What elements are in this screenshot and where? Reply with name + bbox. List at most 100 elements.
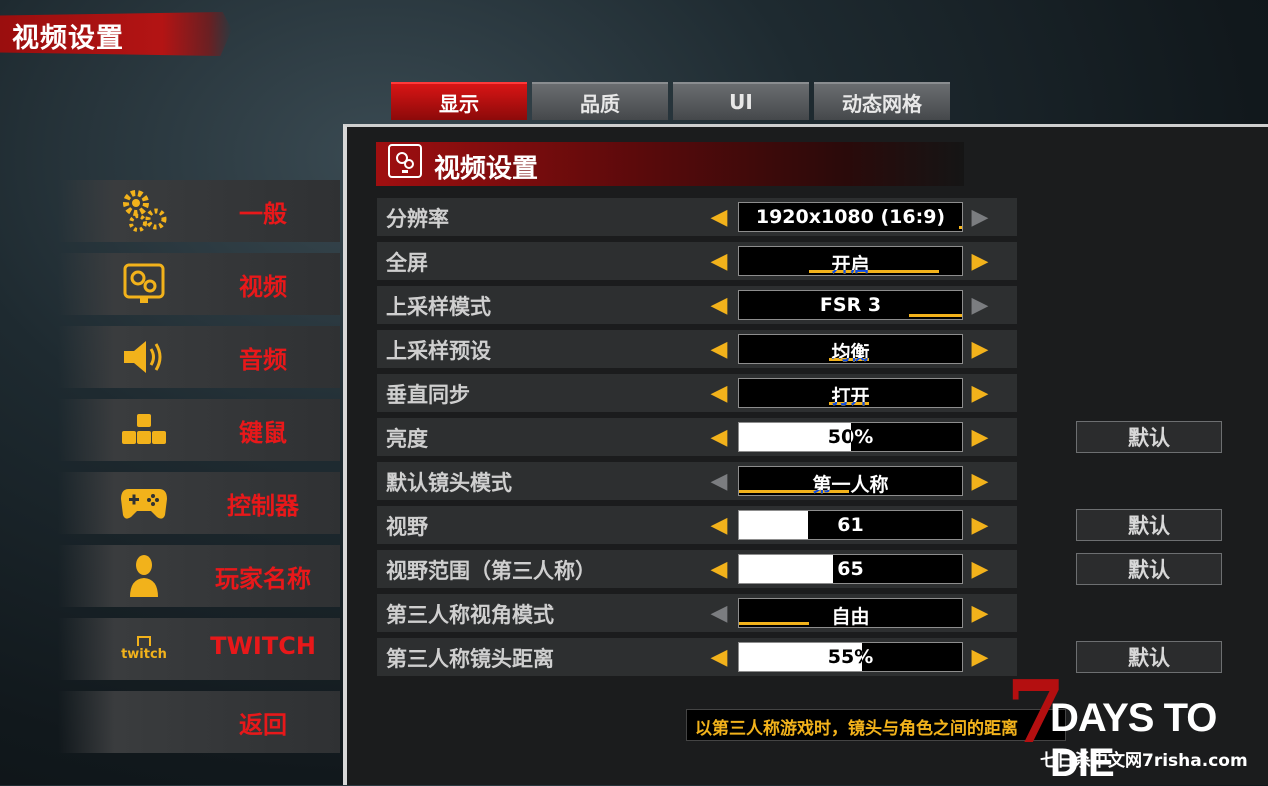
tab-display[interactable]: 显示 — [391, 82, 527, 120]
monitor-gears-icon — [388, 144, 422, 178]
setting-label: 分辨率 — [386, 207, 449, 231]
sidebar-item-twitch[interactable]: twitch TWITCH — [58, 618, 340, 680]
default-button[interactable]: 默认 — [1076, 641, 1222, 673]
setting-value: 50% — [827, 426, 874, 448]
previous-arrow-icon[interactable]: ◀ — [708, 291, 730, 319]
sidebar-item-general[interactable]: 一般 — [58, 180, 340, 242]
previous-arrow-icon[interactable]: ◀ — [708, 511, 730, 539]
setting-label: 第三人称视角模式 — [386, 603, 554, 627]
monitor-gears-icon — [118, 261, 170, 307]
setting-value: 第一人称 — [812, 474, 889, 496]
setting-value-box[interactable]: 开启 — [738, 246, 963, 276]
setting-value-box[interactable]: 61 — [738, 510, 963, 540]
next-arrow-icon[interactable]: ▶ — [969, 379, 991, 407]
sidebar-item-back[interactable]: 返回 — [58, 691, 340, 753]
setting-label: 垂直同步 — [386, 383, 470, 407]
panel-title: 视频设置 — [434, 154, 539, 184]
gamepad-icon — [118, 480, 170, 526]
tab-dynamic-mesh[interactable]: 动态网格 — [814, 82, 950, 120]
next-arrow-icon[interactable]: ▶ — [969, 555, 991, 583]
previous-arrow-icon[interactable]: ◀ — [708, 203, 730, 231]
setting-row: 默认镜头模式 ◀ 第一人称 ▶ — [377, 462, 1017, 500]
setting-label: 默认镜头模式 — [386, 471, 512, 495]
setting-value-box[interactable]: 65 — [738, 554, 963, 584]
sidebar-item-label: 控制器 — [227, 492, 299, 520]
next-arrow-icon[interactable]: ▶ — [969, 335, 991, 363]
sidebar-item-audio[interactable]: 音频 — [58, 326, 340, 388]
sidebar-item-label: 返回 — [239, 711, 287, 739]
keyboard-keys-icon — [118, 407, 170, 453]
setting-value-box[interactable]: 1920x1080 (16:9) — [738, 202, 963, 232]
sidebar-item-label: TWITCH — [210, 632, 316, 660]
sidebar-item-controller[interactable]: 控制器 — [58, 472, 340, 534]
speaker-icon — [118, 334, 170, 380]
setting-label: 全屏 — [386, 251, 428, 275]
next-arrow-icon[interactable]: ▶ — [969, 291, 991, 319]
sidebar-item-keyboard-mouse[interactable]: 键鼠 — [58, 399, 340, 461]
setting-value-box[interactable]: 第一人称 — [738, 466, 963, 496]
default-button[interactable]: 默认 — [1076, 421, 1222, 453]
setting-row: 分辨率 ◀ 1920x1080 (16:9) ▶ — [377, 198, 1017, 236]
gears-icon — [118, 188, 170, 234]
sidebar-item-label: 视频 — [239, 273, 287, 301]
setting-row: 上采样预设 ◀ 均衡 ▶ — [377, 330, 1017, 368]
setting-row: 全屏 ◀ 开启 ▶ — [377, 242, 1017, 280]
setting-value-box[interactable]: 打开 — [738, 378, 963, 408]
previous-arrow-icon[interactable]: ◀ — [708, 335, 730, 363]
default-button[interactable]: 默认 — [1076, 509, 1222, 541]
sidebar-item-video[interactable]: 视频 — [58, 253, 340, 315]
setting-value-box[interactable]: FSR 3 — [738, 290, 963, 320]
twitch-icon: twitch — [118, 626, 170, 672]
setting-value: 均衡 — [831, 342, 870, 364]
setting-value: FSR 3 — [819, 294, 882, 316]
setting-value: 开启 — [831, 254, 870, 276]
previous-arrow-icon[interactable]: ◀ — [708, 643, 730, 671]
setting-label: 上采样预设 — [386, 339, 491, 363]
previous-arrow-icon[interactable]: ◀ — [708, 423, 730, 451]
game-logo-text: DAYS TO DIE — [1050, 696, 1217, 785]
person-icon — [118, 553, 170, 599]
setting-value-box[interactable]: 均衡 — [738, 334, 963, 364]
previous-arrow-icon[interactable]: ◀ — [708, 555, 730, 583]
setting-value-box[interactable]: 50% — [738, 422, 963, 452]
previous-arrow-icon[interactable]: ◀ — [708, 599, 730, 627]
setting-value: 61 — [837, 514, 864, 536]
watermark: 七日杀中文网7risha.com — [1040, 751, 1248, 771]
setting-value-box[interactable]: 自由 — [738, 598, 963, 628]
setting-value: 自由 — [831, 606, 870, 628]
setting-value: 65 — [837, 558, 864, 580]
setting-row: 第三人称视角模式 ◀ 自由 ▶ — [377, 594, 1017, 632]
page-title: 视频设置 — [12, 23, 124, 54]
default-button[interactable]: 默认 — [1076, 553, 1222, 585]
setting-row: 视野范围（第三人称） ◀ 65 ▶ — [377, 550, 1017, 588]
setting-value-box[interactable]: 55% — [738, 642, 963, 672]
next-arrow-icon[interactable]: ▶ — [969, 247, 991, 275]
sidebar-item-player-name[interactable]: 玩家名称 — [58, 545, 340, 607]
tab-ui[interactable]: UI — [673, 82, 809, 120]
setting-value: 1920x1080 (16:9) — [755, 206, 946, 228]
setting-label: 视野范围（第三人称） — [386, 559, 596, 583]
setting-label: 上采样模式 — [386, 295, 491, 319]
setting-label: 亮度 — [386, 427, 428, 451]
setting-row: 视野 ◀ 61 ▶ — [377, 506, 1017, 544]
setting-row: 亮度 ◀ 50% ▶ — [377, 418, 1017, 456]
setting-value: 打开 — [831, 386, 870, 408]
sidebar-item-label: 键鼠 — [239, 419, 287, 447]
tab-quality[interactable]: 品质 — [532, 82, 668, 120]
next-arrow-icon[interactable]: ▶ — [969, 467, 991, 495]
setting-row: 垂直同步 ◀ 打开 ▶ — [377, 374, 1017, 412]
previous-arrow-icon[interactable]: ◀ — [708, 247, 730, 275]
setting-row: 上采样模式 ◀ FSR 3 ▶ — [377, 286, 1017, 324]
next-arrow-icon[interactable]: ▶ — [969, 423, 991, 451]
setting-label: 视野 — [386, 515, 428, 539]
next-arrow-icon[interactable]: ▶ — [969, 643, 991, 671]
previous-arrow-icon[interactable]: ◀ — [708, 467, 730, 495]
previous-arrow-icon[interactable]: ◀ — [708, 379, 730, 407]
next-arrow-icon[interactable]: ▶ — [969, 599, 991, 627]
sidebar-item-label: 一般 — [239, 200, 287, 228]
next-arrow-icon[interactable]: ▶ — [969, 203, 991, 231]
sidebar-item-label: 音频 — [239, 346, 287, 374]
setting-row: 第三人称镜头距离 ◀ 55% ▶ — [377, 638, 1017, 676]
next-arrow-icon[interactable]: ▶ — [969, 511, 991, 539]
sidebar-item-label: 玩家名称 — [215, 565, 311, 593]
